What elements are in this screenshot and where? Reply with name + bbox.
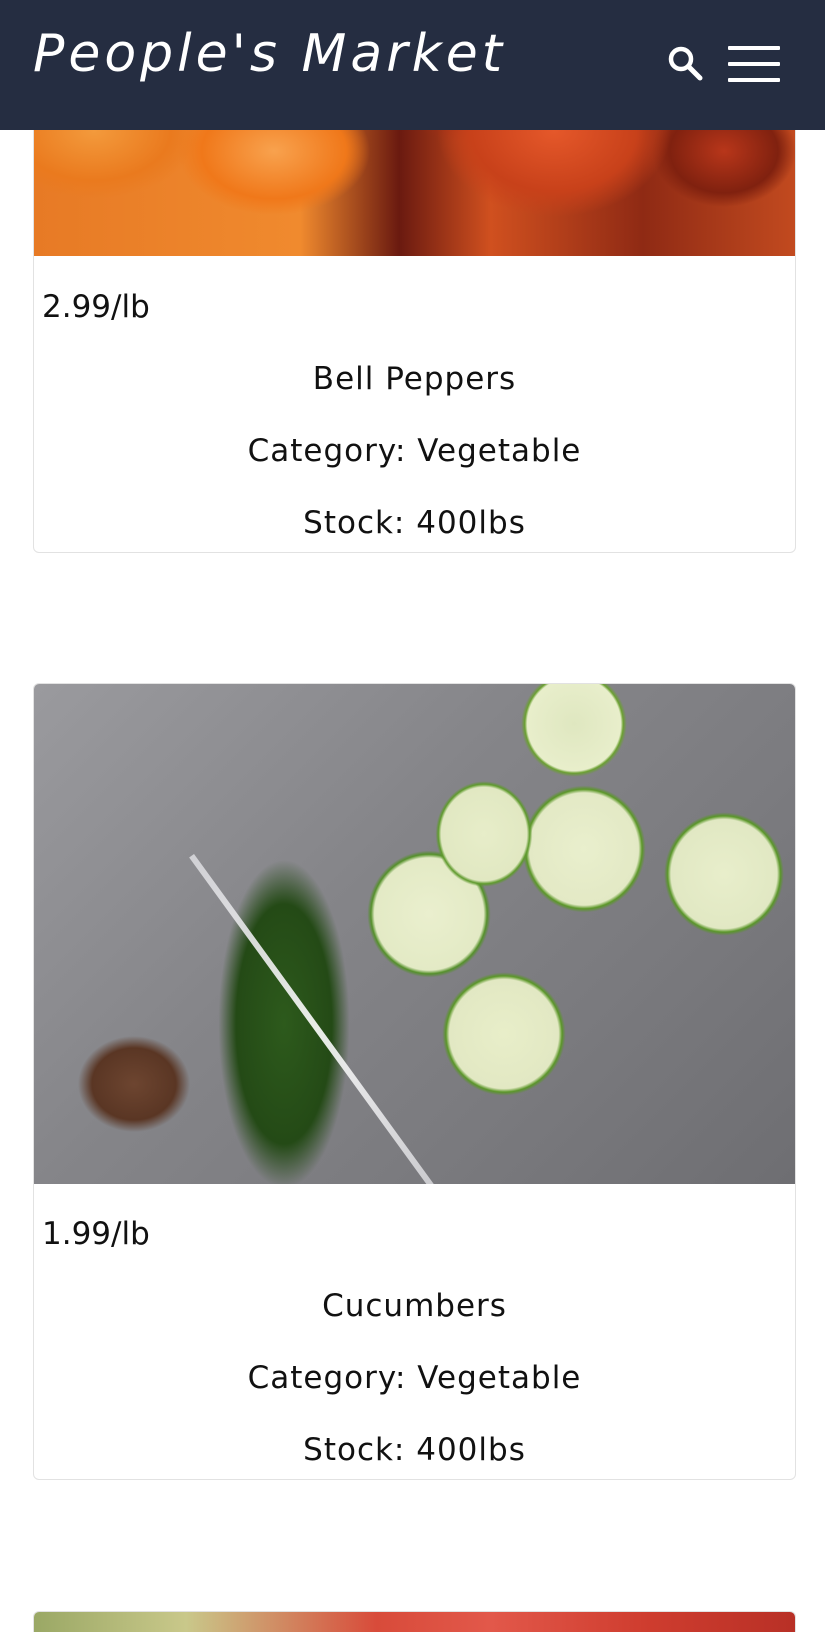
product-card-cucumbers[interactable]: 1.99/lb Cucumbers Category: Vegetable St… xyxy=(33,683,796,1480)
cucumbers-photo xyxy=(34,684,795,1184)
product-name: Bell Peppers xyxy=(312,361,517,397)
top-nav-bar: People's Market xyxy=(0,0,825,130)
product-price: 1.99/lb xyxy=(42,1216,150,1252)
hamburger-menu-icon[interactable] xyxy=(728,44,780,84)
brand-logo[interactable]: People's Market xyxy=(33,24,506,84)
product-category: Category: Vegetable xyxy=(247,433,582,469)
knife-blade xyxy=(189,854,447,1184)
product-card-bell-peppers[interactable]: 2.99/lb Bell Peppers Category: Vegetable… xyxy=(33,60,796,553)
search-icon[interactable] xyxy=(664,42,708,86)
product-category: Category: Vegetable xyxy=(247,1360,582,1396)
product-name: Cucumbers xyxy=(322,1288,507,1324)
product-card-tomatoes[interactable] xyxy=(33,1611,796,1632)
product-stock: Stock: 400lbs xyxy=(303,1432,526,1468)
tomatoes-photo xyxy=(34,1612,795,1632)
product-price: 2.99/lb xyxy=(42,289,150,325)
product-stock: Stock: 400lbs xyxy=(303,505,526,541)
